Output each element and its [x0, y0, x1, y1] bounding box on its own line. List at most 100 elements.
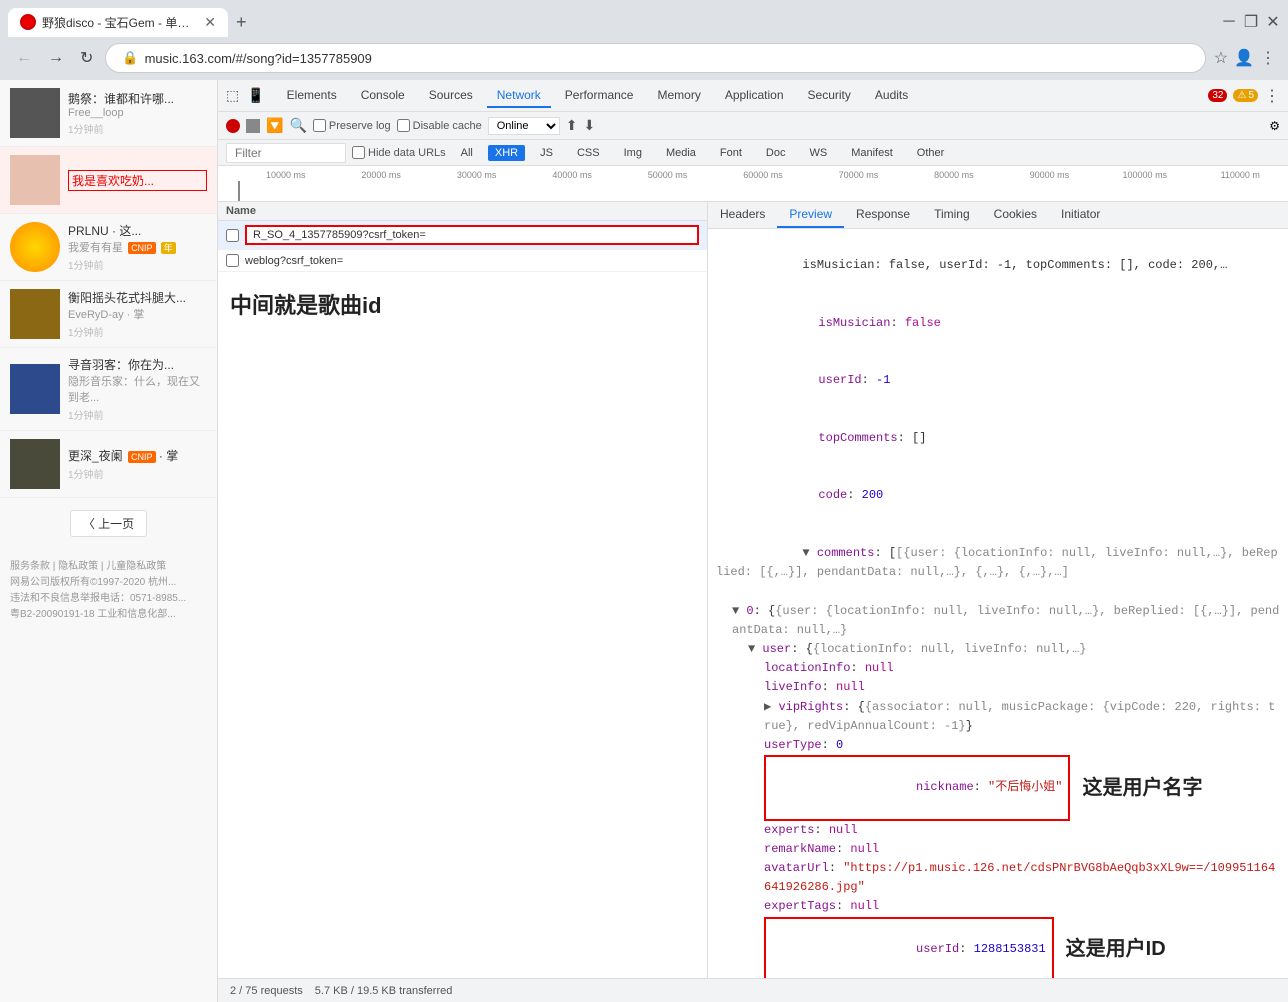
footer: 服务条款 | 隐私政策 | 儿童隐私政策 网易公司版权所有©1997-2020 …: [0, 549, 217, 633]
minimize-button[interactable]: ─: [1222, 15, 1236, 29]
active-tab[interactable]: 野狼disco - 宝石Gem - 单曲 - 网... ✕: [8, 8, 228, 37]
tab-memory[interactable]: Memory: [647, 84, 710, 108]
item-info: 更深_夜阑 CNIP · 掌 1分钟前: [68, 447, 207, 481]
transfer-info: 5.7 KB / 19.5 KB transferred: [315, 985, 453, 997]
filter-all[interactable]: All: [452, 145, 482, 161]
devtools-toolbar: ⬚ 📱 Elements Console Sources Network Per…: [218, 80, 1288, 112]
filter-css[interactable]: CSS: [568, 145, 609, 161]
forward-button[interactable]: →: [44, 45, 68, 71]
tab-initiator[interactable]: Initiator: [1049, 202, 1112, 228]
footer-complaint: 违法和不良信息举报电话：0571-8985...: [10, 591, 207, 607]
item-title: 更深_夜阑 CNIP · 掌: [68, 447, 207, 464]
disable-cache-checkbox[interactable]: [397, 119, 410, 132]
url-bar[interactable]: 🔒 music.163.com/#/song?id=1357785909: [105, 43, 1205, 73]
item-title: 衡阳摇头花式抖腿大...: [68, 289, 207, 306]
json-nickname-line: nickname: "不后悔小姐" 这是用户名字: [764, 755, 1280, 821]
filter-js[interactable]: JS: [531, 145, 562, 161]
warn-badge: ⚠ 5: [1233, 89, 1258, 102]
device-icon[interactable]: 📱: [247, 87, 264, 104]
list-item[interactable]: 我是喜欢吃奶...: [0, 147, 217, 214]
thumbnail: [10, 289, 60, 339]
tab-close-button[interactable]: ✕: [204, 14, 216, 31]
tab-security[interactable]: Security: [798, 84, 861, 108]
new-tab-button[interactable]: +: [236, 12, 247, 33]
thumbnail: [10, 364, 60, 414]
detail-tabs: Headers Preview Response Timing Cookies …: [708, 202, 1288, 229]
maximize-button[interactable]: ❐: [1244, 15, 1258, 29]
browser-chrome: 野狼disco - 宝石Gem - 单曲 - 网... ✕ + ─ ❐ ✕ ← …: [0, 0, 1288, 80]
tab-timing[interactable]: Timing: [922, 202, 982, 228]
preserve-log-checkbox[interactable]: [313, 119, 326, 132]
record-button[interactable]: [226, 119, 240, 133]
list-item[interactable]: 衡阳摇头花式抖腿大... EveRyD-ay · 掌 1分钟前: [0, 281, 217, 348]
tab-performance[interactable]: Performance: [555, 84, 644, 108]
list-item[interactable]: 寻音羽客：你在为... 隐形音乐家：什么，现在又到老... 1分钟前: [0, 348, 217, 431]
filter-xhr[interactable]: XHR: [488, 145, 525, 161]
tab-network[interactable]: Network: [487, 84, 551, 108]
back-button[interactable]: ←: [12, 45, 36, 71]
year-badge: 年: [161, 242, 176, 254]
tab-cookies[interactable]: Cookies: [982, 202, 1049, 228]
request-checkbox[interactable]: [226, 229, 239, 242]
lock-icon: 🔒: [122, 50, 138, 66]
account-icon[interactable]: 👤: [1234, 48, 1254, 68]
filter-manifest[interactable]: Manifest: [842, 145, 902, 161]
tab-sources[interactable]: Sources: [419, 84, 483, 108]
tab-response[interactable]: Response: [844, 202, 922, 228]
filter-img[interactable]: Img: [615, 145, 651, 161]
annotation-song-id: 中间就是歌曲id: [218, 272, 707, 336]
tab-headers[interactable]: Headers: [708, 202, 777, 228]
tab-application[interactable]: Application: [715, 84, 794, 108]
timeline-label: 10000 ms: [218, 170, 333, 180]
request-item[interactable]: R_SO_4_1357785909?csrf_token=: [218, 221, 707, 250]
item-user: 我爱有有星 CNIP 年: [68, 239, 207, 255]
footer-copyright: 网易公司版权所有©1997-2020 杭州...: [10, 575, 207, 591]
json-preview: isMusician: false, userId: -1, topCommen…: [708, 229, 1288, 978]
prev-page-button[interactable]: 〈 上一页: [70, 510, 147, 537]
json-is-musician: isMusician: false: [732, 295, 1280, 353]
detail-panel: Headers Preview Response Timing Cookies …: [708, 202, 1288, 978]
tab-preview[interactable]: Preview: [777, 202, 844, 228]
window-controls: ─ ❐ ✕: [1222, 15, 1280, 29]
throttle-select[interactable]: Online Fast 3G Slow 3G Offline: [488, 117, 560, 135]
request-item[interactable]: weblog?csrf_token=: [218, 250, 707, 272]
hide-data-urls-label: Hide data URLs: [352, 146, 446, 159]
filter-icon[interactable]: 🔽: [266, 117, 283, 134]
tab-audits[interactable]: Audits: [865, 84, 918, 108]
devtools-menu-icon[interactable]: ⋮: [1264, 86, 1280, 106]
close-window-button[interactable]: ✕: [1266, 15, 1280, 29]
request-name: R_SO_4_1357785909?csrf_token=: [253, 229, 426, 241]
menu-icon[interactable]: ⋮: [1260, 48, 1276, 68]
tab-console[interactable]: Console: [351, 84, 415, 108]
request-checkbox[interactable]: [226, 254, 239, 267]
stop-button[interactable]: [246, 119, 260, 133]
network-content: Name R_SO_4_1357785909?csrf_token= weblo…: [218, 202, 1288, 978]
item-info: 鹅祭：谁都和许哪... Free__loop 1分钟前: [68, 90, 207, 136]
item-user: Free__loop: [68, 107, 207, 119]
filter-bar: Hide data URLs All XHR JS CSS Img Media …: [218, 140, 1288, 166]
thumbnail: [10, 88, 60, 138]
item-time: 1分钟前: [68, 407, 207, 422]
timeline-label: 40000 ms: [524, 170, 619, 180]
hide-data-urls-checkbox[interactable]: [352, 146, 365, 159]
filter-media[interactable]: Media: [657, 145, 705, 161]
filter-ws[interactable]: WS: [800, 145, 836, 161]
filter-other[interactable]: Other: [908, 145, 954, 161]
bookmark-icon[interactable]: ☆: [1214, 48, 1228, 68]
download-icon[interactable]: ⬇: [583, 117, 595, 134]
filter-input[interactable]: [226, 143, 346, 163]
settings-icon[interactable]: ⚙: [1269, 119, 1280, 133]
json-user-id: userId: -1: [732, 352, 1280, 410]
filter-doc[interactable]: Doc: [757, 145, 795, 161]
tab-elements[interactable]: Elements: [277, 84, 347, 108]
list-item[interactable]: 更深_夜阑 CNIP · 掌 1分钟前: [0, 431, 217, 498]
inspect-icon[interactable]: ⬚: [226, 87, 239, 104]
reload-button[interactable]: ↻: [76, 44, 97, 72]
tab-bar: 野狼disco - 宝石Gem - 单曲 - 网... ✕ + ─ ❐ ✕: [0, 0, 1288, 36]
search-icon[interactable]: 🔍: [289, 117, 306, 134]
upload-icon[interactable]: ⬆: [566, 117, 578, 134]
list-item[interactable]: 鹅祭：谁都和许哪... Free__loop 1分钟前: [0, 80, 217, 147]
tab-favicon: [20, 14, 36, 30]
list-item[interactable]: PRLNU · 这... 我爱有有星 CNIP 年 1分钟前: [0, 214, 217, 281]
filter-font[interactable]: Font: [711, 145, 751, 161]
